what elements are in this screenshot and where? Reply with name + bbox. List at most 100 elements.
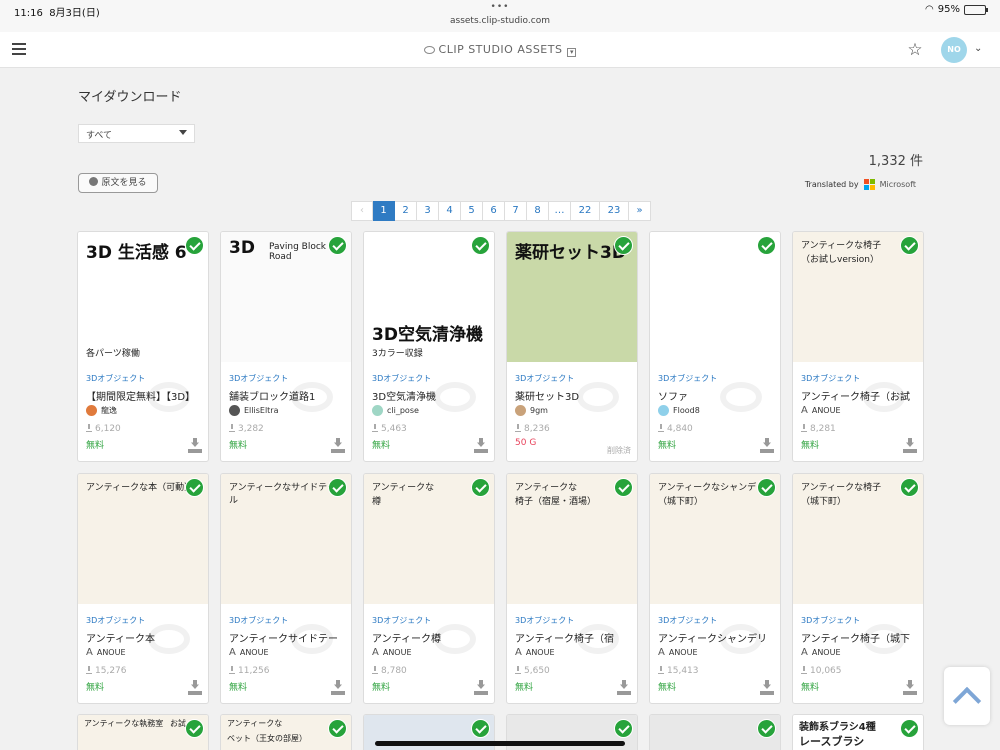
pager-page[interactable]: 2 <box>395 201 417 221</box>
pager-page[interactable]: 1 <box>373 201 395 221</box>
download-icon[interactable] <box>903 680 917 696</box>
asset-thumbnail[interactable]: アンティークな執務室 お試 <box>78 715 208 750</box>
asset-author[interactable]: A ANOUE <box>658 647 698 658</box>
pager-page[interactable]: 4 <box>439 201 461 221</box>
asset-title[interactable]: アンティークサイドテー <box>229 630 347 645</box>
user-avatar[interactable]: NO <box>941 37 967 63</box>
asset-thumbnail[interactable]: アンティークなサイドテーブル <box>221 474 351 604</box>
asset-author[interactable]: Flood8 <box>658 405 700 416</box>
asset-author[interactable]: A ANOUE <box>801 647 841 658</box>
asset-category[interactable]: 3Dオブジェクト <box>86 615 145 626</box>
asset-thumbnail[interactable] <box>650 232 780 362</box>
asset-thumbnail[interactable]: 3D Paving Block Road <box>221 232 351 362</box>
asset-title[interactable]: アンティーク椅子（お試 <box>801 388 919 403</box>
asset-thumbnail[interactable]: アンティークなシャンデリア （城下町） <box>650 474 780 604</box>
asset-card[interactable]: アンティークな椅子 （城下町） 3Dオブジェクト アンティーク椅子（城下 A ANOUE 1… <box>792 473 924 704</box>
asset-category[interactable]: 3Dオブジェクト <box>229 373 288 384</box>
chevron-down-icon[interactable]: ⌄ <box>974 43 982 54</box>
download-icon[interactable] <box>188 438 202 454</box>
asset-card[interactable]: 3Dオブジェクト ソファ Flood8 4,840 無料 <box>649 231 781 462</box>
asset-author[interactable]: A ANOUE <box>86 647 126 658</box>
download-icon[interactable] <box>903 438 917 454</box>
asset-card[interactable]: 薬研セット3D 3Dオブジェクト 薬研セット3D 9gm 8,236 50 G 削除済 <box>506 231 638 462</box>
asset-category[interactable]: 3Dオブジェクト <box>372 373 431 384</box>
asset-thumbnail[interactable]: アンティークな本（可動） <box>78 474 208 604</box>
asset-title[interactable]: アンティーク本 <box>86 630 204 645</box>
asset-card[interactable]: アンティークなサイドテーブル 3Dオブジェクト アンティークサイドテー A ANOUE 1… <box>220 473 352 704</box>
asset-title[interactable]: 【期間限定無料】【3D】 <box>86 388 204 403</box>
asset-title[interactable]: 舗装ブロック道路1 <box>229 388 347 403</box>
pager-page[interactable]: 7 <box>505 201 527 221</box>
download-icon[interactable] <box>188 680 202 696</box>
asset-thumbnail[interactable]: 薬研セット3D <box>507 232 637 362</box>
asset-category[interactable]: 3Dオブジェクト <box>515 373 574 384</box>
asset-card[interactable]: アンティークなシャンデリア （城下町） 3Dオブジェクトアンティークシャンデリ A AN… <box>649 473 781 704</box>
asset-category[interactable]: 3Dオブジェクト <box>801 373 860 384</box>
pager-page[interactable]: 22 <box>571 201 600 221</box>
asset-card[interactable]: アンティークな椅子 （お試しversion） 3Dオブジェクトアンティーク椅子（お試… <box>792 231 924 462</box>
asset-card[interactable]: アンティークな本（可動） 3Dオブジェクト アンティーク本 A ANOUE 15,276 無… <box>77 473 209 704</box>
home-indicator[interactable] <box>375 741 625 746</box>
asset-author[interactable]: 9gm <box>515 405 548 416</box>
pager-page[interactable]: 23 <box>600 201 629 221</box>
asset-category[interactable]: 3Dオブジェクト <box>372 615 431 626</box>
asset-title[interactable]: アンティークシャンデリ <box>658 630 776 645</box>
asset-thumbnail[interactable]: アンティークな樽 <box>364 474 494 604</box>
asset-title[interactable]: ソファ <box>658 388 776 403</box>
asset-author[interactable]: EllisEltra <box>229 405 279 416</box>
asset-title[interactable]: アンティーク樽 <box>372 630 490 645</box>
pager-page[interactable]: 5 <box>461 201 483 221</box>
asset-category[interactable]: 3Dオブジェクト <box>801 615 860 626</box>
asset-category[interactable]: 3Dオブジェクト <box>229 615 288 626</box>
download-icon[interactable] <box>617 680 631 696</box>
asset-title[interactable]: 薬研セット3D <box>515 388 633 403</box>
asset-card[interactable]: 装飾系ブラシ4種 レースブラシ <box>792 714 924 750</box>
asset-title[interactable]: 3D空気清浄機 <box>372 388 490 403</box>
asset-thumbnail[interactable]: 3D 生活感 6 各パーツ稼働 <box>78 232 208 362</box>
asset-card[interactable]: 3D 生活感 6 各パーツ稼働 3Dオブジェクト 【期間限定無料】【3D】 龍逸 6,12… <box>77 231 209 462</box>
filter-select[interactable]: すべて <box>78 124 195 143</box>
asset-author[interactable]: A ANOUE <box>801 405 841 416</box>
asset-thumbnail[interactable]: 装飾系ブラシ4種 レースブラシ <box>793 715 923 750</box>
asset-card[interactable]: 3D Paving Block Road 3Dオブジェクト舗装ブロック道路1 Elli… <box>220 231 352 462</box>
asset-author[interactable]: A ANOUE <box>372 647 412 658</box>
address-bar-url[interactable]: assets.clip-studio.com <box>0 16 1000 26</box>
download-icon[interactable] <box>760 438 774 454</box>
scroll-to-top-button[interactable] <box>944 667 990 725</box>
download-icon[interactable] <box>331 438 345 454</box>
asset-thumbnail[interactable]: 3D空気清浄機 3カラー収録 <box>364 232 494 362</box>
asset-author[interactable]: A ANOUE <box>515 647 555 658</box>
view-original-button[interactable]: 原文を見る <box>78 173 158 193</box>
browser-menu-dots[interactable]: ••• <box>0 2 1000 12</box>
pager-page[interactable]: 6 <box>483 201 505 221</box>
asset-card[interactable] <box>649 714 781 750</box>
download-icon[interactable] <box>474 680 488 696</box>
asset-card[interactable]: アンティークな執務室 お試 <box>77 714 209 750</box>
asset-author[interactable]: A ANOUE <box>229 647 269 658</box>
asset-category[interactable]: 3Dオブジェクト <box>515 615 574 626</box>
asset-card[interactable]: 3D空気清浄機 3カラー収録 3Dオブジェクト 3D空気清浄機 cli_pose 5,46… <box>363 231 495 462</box>
asset-thumbnail[interactable]: アンティークな ベット（王女の部屋） <box>221 715 351 750</box>
asset-thumbnail[interactable]: アンティークな椅子 （お試しversion） <box>793 232 923 362</box>
asset-category[interactable]: 3Dオブジェクト <box>658 373 717 384</box>
pager-page[interactable]: 3 <box>417 201 439 221</box>
pager-prev[interactable]: ‹ <box>351 201 373 221</box>
asset-author[interactable]: cli_pose <box>372 405 419 416</box>
asset-category[interactable]: 3Dオブジェクト <box>86 373 145 384</box>
asset-card[interactable]: アンティークな樽 3Dオブジェクト アンティーク樽 A ANOUE 8,780 無料 <box>363 473 495 704</box>
asset-thumbnail[interactable] <box>650 715 780 750</box>
asset-category[interactable]: 3Dオブジェクト <box>658 615 717 626</box>
asset-card[interactable]: アンティークな 椅子（宿屋・酒場） 3Dオブジェクトアンティーク椅子（宿 A ANOUE… <box>506 473 638 704</box>
download-icon[interactable] <box>474 438 488 454</box>
asset-thumbnail[interactable]: アンティークな 椅子（宿屋・酒場） <box>507 474 637 604</box>
site-logo[interactable]: CLIP STUDIO ASSETS ▾ <box>0 43 1000 57</box>
asset-card[interactable]: アンティークな ベット（王女の部屋） <box>220 714 352 750</box>
asset-author[interactable]: 龍逸 <box>86 405 117 416</box>
logo-dropdown-icon[interactable]: ▾ <box>567 48 577 57</box>
asset-thumbnail[interactable]: アンティークな椅子 （城下町） <box>793 474 923 604</box>
download-icon[interactable] <box>331 680 345 696</box>
asset-title[interactable]: アンティーク椅子（宿 <box>515 630 633 645</box>
favorite-star-icon[interactable]: ☆ <box>905 40 925 60</box>
download-icon[interactable] <box>760 680 774 696</box>
pager-next[interactable]: » <box>629 201 651 221</box>
